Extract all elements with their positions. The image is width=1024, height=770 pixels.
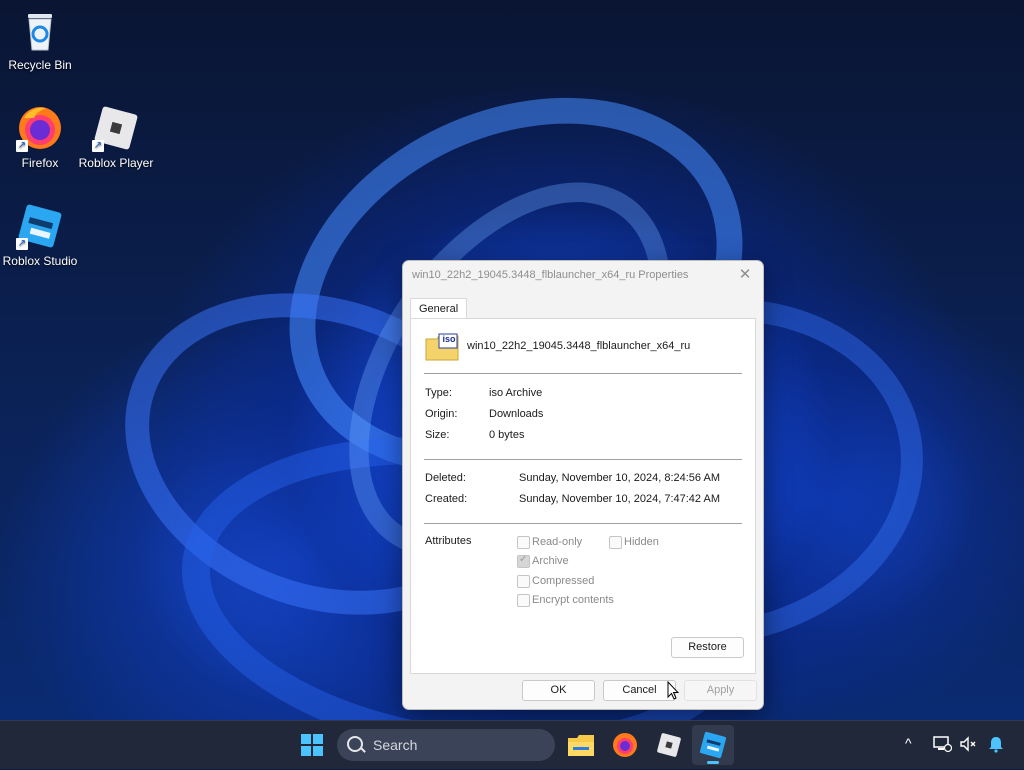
type-label: Type: [425, 387, 452, 399]
properties-dialog: win10_22h2_19045.3448_flblauncher_x64_ru… [402, 260, 764, 710]
search-placeholder: Search [373, 737, 418, 753]
network-icon[interactable] [932, 734, 953, 754]
roblox-studio-taskbar-icon[interactable] [692, 725, 734, 765]
notification-bell-icon[interactable] [986, 734, 1006, 754]
size-label: Size: [425, 429, 450, 441]
search-icon [347, 736, 363, 752]
desktop-icon-label: Roblox Player [78, 156, 154, 170]
roblox-player-icon: ↗ [92, 104, 140, 152]
type-value: iso Archive [489, 387, 543, 399]
roblox-studio-icon: ↗ [16, 202, 64, 250]
shortcut-arrow-icon: ↗ [92, 140, 104, 152]
dialog-title: win10_22h2_19045.3448_flblauncher_x64_ru… [412, 269, 689, 281]
apply-button[interactable]: Apply [684, 680, 757, 701]
encrypt-label: Encrypt contents [532, 594, 614, 606]
volume-muted-icon[interactable] [958, 734, 978, 754]
encrypt-checkbox[interactable] [517, 594, 530, 607]
created-value: Sunday, November 10, 2024, 7:47:42 AM [519, 493, 720, 505]
tab-general[interactable]: General [410, 298, 468, 320]
restore-button[interactable]: Restore [671, 637, 744, 658]
compressed-checkbox[interactable] [517, 575, 530, 588]
desktop-icon-roblox-studio[interactable]: ↗ Roblox Studio [0, 202, 80, 268]
taskbar-search-box[interactable]: Search [337, 729, 555, 761]
start-windows-icon[interactable] [296, 729, 328, 761]
desktop-icon-roblox-player[interactable]: ↗ Roblox Player [76, 104, 156, 170]
created-label: Created: [425, 493, 468, 505]
taskbar: Search ^ [0, 720, 1024, 769]
readonly-label: Read-only [532, 536, 583, 548]
shortcut-arrow-icon: ↗ [16, 238, 28, 250]
close-icon[interactable]: ✕ [735, 265, 755, 285]
ok-button[interactable]: OK [522, 680, 595, 701]
desktop-icon-label: Firefox [21, 156, 59, 170]
file-name: win10_22h2_19045.3448_flblauncher_x64_ru [467, 340, 691, 352]
mouse-cursor-icon [667, 680, 680, 701]
dialog-titlebar[interactable]: win10_22h2_19045.3448_flblauncher_x64_ru… [403, 261, 763, 291]
firefox-icon: ↗ [16, 104, 64, 152]
archive-label: Archive [532, 555, 569, 567]
divider [424, 459, 742, 460]
iso-badge: iso [442, 334, 456, 344]
desktop-icon-label: Roblox Studio [2, 254, 78, 268]
hidden-label: Hidden [624, 536, 659, 548]
recycle-bin-icon [16, 6, 64, 54]
firefox-taskbar-icon[interactable] [609, 729, 641, 761]
readonly-checkbox[interactable] [517, 536, 530, 549]
compressed-label: Compressed [532, 575, 595, 587]
cancel-button[interactable]: Cancel [603, 680, 676, 701]
divider [424, 523, 742, 524]
shortcut-arrow-icon: ↗ [16, 140, 28, 152]
show-hidden-icons-chevron[interactable]: ^ [905, 735, 912, 751]
divider [424, 373, 742, 374]
iso-file-icon: iso [425, 333, 459, 361]
desktop-icon-label: Recycle Bin [8, 58, 72, 72]
attributes-label: Attributes [425, 535, 472, 547]
file-explorer-icon[interactable] [565, 729, 597, 761]
hidden-checkbox[interactable] [609, 536, 622, 549]
roblox-player-taskbar-icon[interactable] [653, 729, 685, 761]
archive-checkbox[interactable] [517, 554, 530, 568]
deleted-label: Deleted: [425, 472, 466, 484]
origin-label: Origin: [425, 408, 458, 420]
origin-value: Downloads [489, 408, 544, 420]
desktop-icon-recycle-bin[interactable]: Recycle Bin [0, 6, 80, 72]
general-panel: iso win10_22h2_19045.3448_flblauncher_x6… [410, 318, 756, 674]
deleted-value: Sunday, November 10, 2024, 8:24:56 AM [519, 472, 720, 484]
desktop-icon-firefox[interactable]: ↗ Firefox [0, 104, 80, 170]
size-value: 0 bytes [489, 429, 525, 441]
